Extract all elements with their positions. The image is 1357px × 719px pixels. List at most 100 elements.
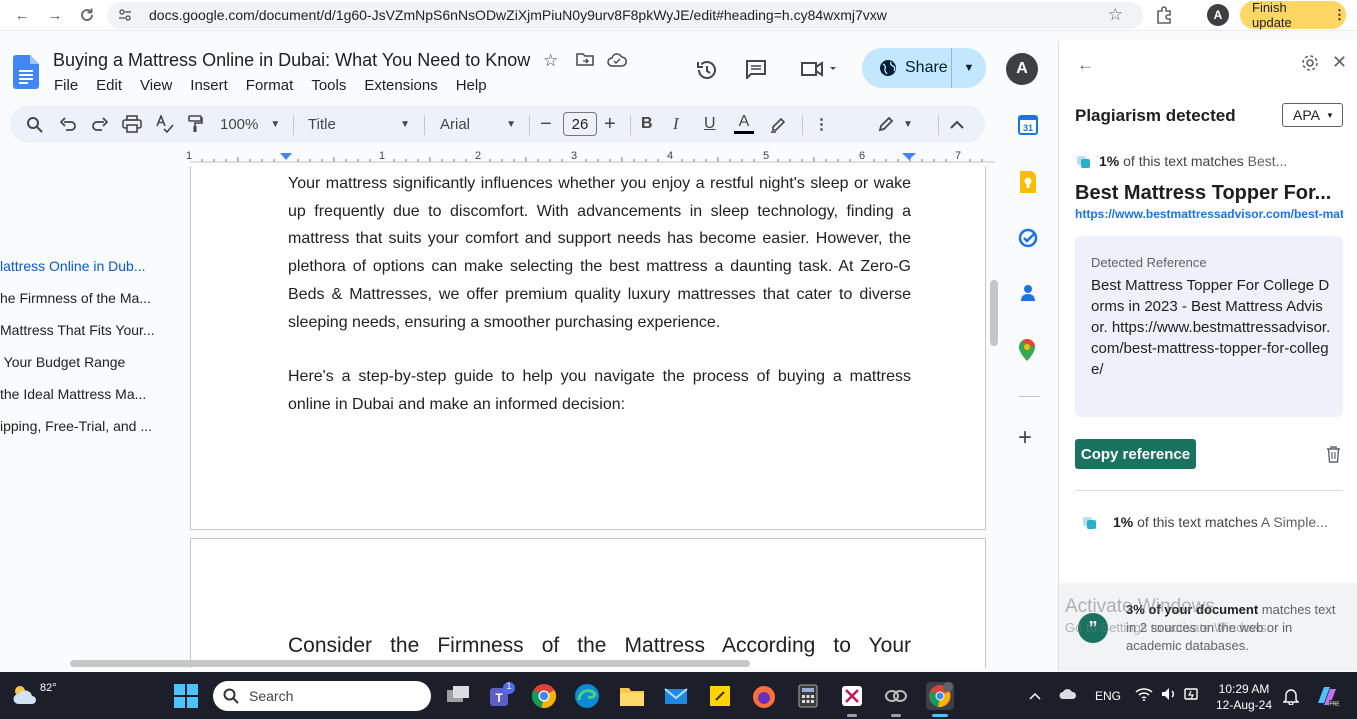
extensions-icon[interactable]	[1154, 5, 1174, 30]
match-summary[interactable]: 1% of this text matches Best...	[1077, 153, 1287, 169]
outline-item[interactable]: the Ideal Mattress Ma...	[0, 386, 170, 418]
browser-profile-avatar[interactable]: A	[1207, 4, 1229, 26]
docs-logo-icon[interactable]	[13, 55, 39, 94]
menu-view[interactable]: View	[140, 77, 172, 94]
underline-icon[interactable]: U	[704, 105, 716, 143]
forward-icon[interactable]: →	[43, 4, 67, 26]
outline-item[interactable]: lattress Online in Dub...	[0, 258, 170, 290]
tasks-icon[interactable]	[1018, 228, 1038, 253]
edge-icon[interactable]	[573, 682, 601, 710]
copilot-icon[interactable]: PRE	[1314, 683, 1340, 714]
more-options-icon[interactable]: ⋮	[814, 105, 829, 143]
paint-format-icon[interactable]	[187, 105, 203, 143]
weather-widget[interactable]: 82°	[10, 682, 57, 706]
share-dropdown-icon[interactable]: ▼	[952, 62, 986, 74]
file-explorer-icon[interactable]	[618, 682, 646, 710]
battery-icon[interactable]	[1183, 687, 1199, 704]
bold-icon[interactable]: B	[641, 105, 653, 143]
maps-icon[interactable]	[1018, 339, 1036, 366]
chrome-profile-icon[interactable]	[926, 682, 954, 710]
teams-icon[interactable]: T 1	[488, 681, 516, 710]
search-menus-icon[interactable]	[26, 105, 43, 143]
body-paragraph[interactable]: Here's a step-by-step guide to help you …	[288, 363, 911, 418]
finish-update-button[interactable]: Finish update ⋮	[1240, 0, 1346, 30]
editing-mode-select[interactable]: ▼	[877, 105, 913, 143]
settings-gear-icon[interactable]	[1301, 54, 1319, 77]
sticky-notes-icon[interactable]	[706, 682, 734, 710]
windows-start-icon[interactable]	[174, 684, 198, 713]
hide-menus-icon[interactable]	[950, 105, 964, 143]
right-indent-marker[interactable]	[902, 153, 916, 160]
task-view-icon[interactable]	[444, 682, 472, 710]
site-info-icon[interactable]	[117, 7, 133, 28]
menu-edit[interactable]: Edit	[96, 77, 122, 94]
copy-reference-button[interactable]: Copy reference	[1075, 439, 1196, 469]
menu-file[interactable]: File	[54, 77, 78, 94]
outline-item[interactable]: ipping, Free-Trial, and ...	[0, 418, 170, 450]
notification-bell-icon[interactable]	[1282, 687, 1300, 710]
document-page[interactable]: Your mattress significantly influences w…	[190, 166, 986, 530]
document-title[interactable]: Buying a Mattress Online in Dubai: What …	[53, 50, 530, 71]
undo-icon[interactable]	[60, 105, 76, 143]
outline-item[interactable]: Your Budget Range	[0, 354, 170, 386]
close-icon[interactable]: ✕	[1332, 52, 1347, 73]
calendar-icon[interactable]: 31	[1018, 115, 1038, 140]
outline-item[interactable]: he Firmness of the Ma...	[0, 290, 170, 322]
zoom-select[interactable]: 100% ▼	[220, 105, 280, 143]
font-select[interactable]: Arial ▼	[440, 105, 516, 143]
onedrive-icon[interactable]	[1059, 688, 1077, 703]
source-url-link[interactable]: https://www.bestmattressadvisor.com/best…	[1075, 207, 1343, 221]
body-paragraph[interactable]: Your mattress significantly influences w…	[288, 170, 911, 336]
back-icon[interactable]: ←	[10, 4, 34, 26]
menu-format[interactable]: Format	[246, 77, 294, 94]
increase-font-size-icon[interactable]: +	[604, 105, 616, 143]
address-bar[interactable]: docs.google.com/document/d/1g60-JsVZmNpS…	[107, 2, 1143, 29]
menu-insert[interactable]: Insert	[190, 77, 228, 94]
left-indent-marker[interactable]	[280, 153, 292, 160]
taskbar-search[interactable]: Search	[213, 681, 431, 711]
firefox-icon[interactable]	[750, 682, 778, 710]
contacts-icon[interactable]	[1018, 283, 1038, 308]
italic-icon[interactable]: I	[673, 105, 679, 143]
redo-icon[interactable]	[92, 105, 108, 143]
version-history-icon[interactable]	[695, 58, 719, 87]
print-icon[interactable]	[122, 105, 142, 143]
text-color-icon[interactable]: A	[734, 105, 754, 143]
snipping-tool-icon[interactable]	[838, 682, 866, 710]
menu-tools[interactable]: Tools	[311, 77, 346, 94]
account-avatar[interactable]: A	[1006, 53, 1038, 85]
trash-icon[interactable]	[1326, 446, 1341, 468]
share-button[interactable]: Share ▼	[862, 48, 986, 88]
game-bar-icon[interactable]	[882, 682, 910, 710]
menu-extensions[interactable]: Extensions	[364, 77, 437, 94]
bookmark-star-icon[interactable]: ☆	[1108, 5, 1123, 25]
move-folder-icon[interactable]	[576, 52, 594, 71]
language-indicator[interactable]: ENG	[1095, 689, 1121, 703]
highlight-color-icon[interactable]	[769, 105, 787, 143]
match-summary[interactable]: 1% of this text matches A Simple...	[1083, 514, 1328, 530]
decrease-font-size-icon[interactable]: −	[540, 105, 552, 143]
back-arrow-icon[interactable]: ←	[1077, 55, 1094, 75]
mail-icon[interactable]	[662, 682, 690, 710]
star-document-icon[interactable]: ☆	[543, 51, 558, 71]
document-page[interactable]: Consider the Firmness of the Mattress Ac…	[190, 538, 986, 668]
comments-icon[interactable]	[745, 59, 767, 84]
volume-icon[interactable]	[1161, 687, 1177, 704]
system-clock[interactable]: 10:29 AM 12-Aug-24	[1213, 681, 1275, 713]
keep-icon[interactable]	[1018, 171, 1038, 198]
add-app-icon[interactable]: +	[1018, 426, 1032, 450]
outline-item[interactable]: Mattress That Fits Your...	[0, 322, 170, 354]
menu-help[interactable]: Help	[456, 77, 487, 94]
horizontal-scrollbar[interactable]	[70, 660, 750, 667]
font-size-input[interactable]: 26	[563, 112, 597, 136]
chevron-up-icon[interactable]	[1029, 688, 1041, 703]
cloud-status-icon[interactable]	[607, 53, 627, 72]
paragraph-style-select[interactable]: Title ▼	[308, 105, 410, 143]
meet-icon[interactable]	[800, 60, 836, 83]
vertical-scrollbar[interactable]	[990, 280, 998, 346]
spellcheck-icon[interactable]	[156, 105, 174, 143]
calculator-icon[interactable]	[794, 682, 822, 710]
section-heading[interactable]: Consider the Firmness of the Mattress Ac…	[288, 634, 911, 658]
chrome-icon[interactable]	[530, 682, 558, 710]
citation-style-select[interactable]: APA ▼	[1282, 103, 1343, 127]
